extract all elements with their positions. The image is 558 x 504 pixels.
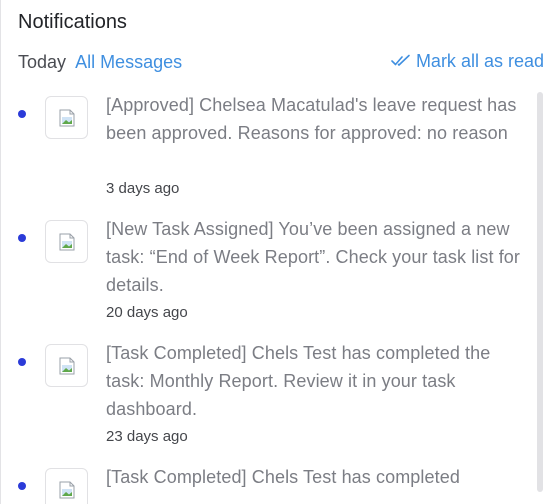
tab-today[interactable]: Today	[18, 52, 66, 72]
unread-dot	[18, 358, 26, 366]
broken-image-icon	[45, 220, 88, 263]
unread-dot	[18, 482, 26, 490]
broken-image-icon	[45, 344, 88, 387]
broken-image-icon	[45, 96, 88, 139]
notification-item[interactable]: [Approved] Chelsea Macatulad's leave req…	[1, 90, 533, 214]
notifications-panel: Notifications Today All Messages Mark al…	[0, 0, 558, 504]
mark-all-read-label: Mark all as read	[415, 51, 544, 71]
unread-dot	[18, 234, 26, 242]
panel-title: Notifications	[18, 11, 127, 33]
double-check-icon	[391, 54, 410, 66]
filter-tabs: Today All Messages	[18, 50, 182, 74]
notification-message: [Approved] Chelsea Macatulad's leave req…	[106, 95, 517, 143]
scrollbar[interactable]	[537, 92, 543, 492]
notification-item[interactable]: [Task Completed] Chels Test has complete…	[1, 462, 533, 504]
unread-dot	[18, 110, 26, 118]
notification-time: 23 days ago	[106, 428, 188, 445]
notification-message: [Task Completed] Chels Test has complete…	[106, 467, 460, 487]
notification-item[interactable]: [Task Completed] Chels Test has complete…	[1, 338, 533, 462]
notification-message: [New Task Assigned] You’ve been assigned…	[106, 219, 521, 295]
broken-image-icon	[45, 468, 88, 504]
notification-time: 20 days ago	[106, 304, 188, 321]
notification-message: [Task Completed] Chels Test has complete…	[106, 343, 491, 419]
mark-all-read-button[interactable]: Mark all as read	[391, 49, 544, 73]
notification-time: 3 days ago	[106, 180, 180, 197]
notification-item[interactable]: [New Task Assigned] You’ve been assigned…	[1, 214, 533, 338]
tab-all-messages[interactable]: All Messages	[75, 52, 182, 72]
notification-list: [Approved] Chelsea Macatulad's leave req…	[1, 90, 533, 504]
